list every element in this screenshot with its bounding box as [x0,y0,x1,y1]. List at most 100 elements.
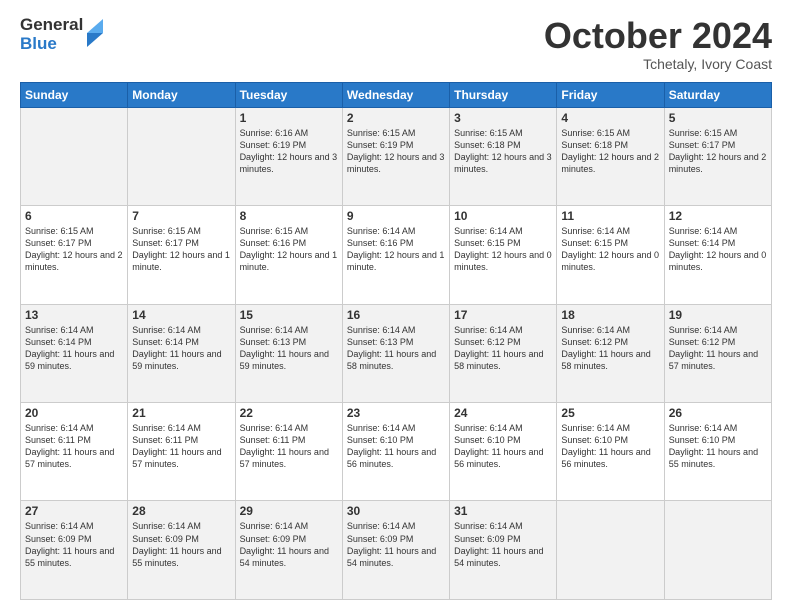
table-row: 9 Sunrise: 6:14 AMSunset: 6:16 PMDaylight… [342,206,449,304]
table-row: 30Sunrise: 6:14 AMSunset: 6:09 PMDayligh… [342,501,449,600]
header-wednesday: Wednesday [342,82,449,107]
table-row: 11 Sunrise: 6:14 AMSunset: 6:15 PMDayligh… [557,206,664,304]
day-info: Sunrise: 6:15 AMSunset: 6:17 PMDaylight:… [669,127,767,176]
day-info: Sunrise: 6:14 AMSunset: 6:09 PMDaylight:… [240,520,338,569]
table-row: 12 Sunrise: 6:14 AMSunset: 6:14 PMDayligh… [664,206,771,304]
table-row: 29Sunrise: 6:14 AMSunset: 6:09 PMDayligh… [235,501,342,600]
day-number: 8 [240,209,338,223]
day-info: Sunrise: 6:14 AMSunset: 6:15 PMDaylight:… [561,225,659,274]
day-number: 16 [347,308,445,322]
day-number: 26 [669,406,767,420]
day-info: Sunrise: 6:14 AMSunset: 6:13 PMDaylight:… [347,324,445,373]
table-row: 17 Sunrise: 6:14 AMSunset: 6:12 PMDayligh… [450,304,557,402]
header-saturday: Saturday [664,82,771,107]
day-info: Sunrise: 6:14 AMSunset: 6:14 PMDaylight:… [25,324,123,373]
day-number: 30 [347,504,445,518]
table-row: 18 Sunrise: 6:14 AMSunset: 6:12 PMDayligh… [557,304,664,402]
day-info: Sunrise: 6:14 AMSunset: 6:10 PMDaylight:… [347,422,445,471]
day-number: 1 [240,111,338,125]
header-friday: Friday [557,82,664,107]
day-number: 14 [132,308,230,322]
weekday-header-row: Sunday Monday Tuesday Wednesday Thursday… [21,82,772,107]
day-number: 4 [561,111,659,125]
table-row: 6Sunrise: 6:15 AMSunset: 6:17 PMDaylight… [21,206,128,304]
table-row: 23 Sunrise: 6:14 AMSunset: 6:10 PMDayligh… [342,403,449,501]
table-row: 8 Sunrise: 6:15 AMSunset: 6:16 PMDaylight… [235,206,342,304]
day-number: 2 [347,111,445,125]
day-info: Sunrise: 6:14 AMSunset: 6:11 PMDaylight:… [25,422,123,471]
table-row: 7 Sunrise: 6:15 AMSunset: 6:17 PMDaylight… [128,206,235,304]
calendar-table: Sunday Monday Tuesday Wednesday Thursday… [20,82,772,600]
day-number: 11 [561,209,659,223]
table-row: 15Sunrise: 6:14 AMSunset: 6:13 PMDayligh… [235,304,342,402]
day-info: Sunrise: 6:14 AMSunset: 6:12 PMDaylight:… [669,324,767,373]
table-row: 16 Sunrise: 6:14 AMSunset: 6:13 PMDayligh… [342,304,449,402]
day-info: Sunrise: 6:14 AMSunset: 6:16 PMDaylight:… [347,225,445,274]
table-row: 22 Sunrise: 6:14 AMSunset: 6:11 PMDayligh… [235,403,342,501]
day-info: Sunrise: 6:16 AMSunset: 6:19 PMDaylight:… [240,127,338,176]
day-info: Sunrise: 6:14 AMSunset: 6:12 PMDaylight:… [561,324,659,373]
day-number: 20 [25,406,123,420]
header-sunday: Sunday [21,82,128,107]
day-number: 3 [454,111,552,125]
day-number: 28 [132,504,230,518]
table-row: 1 Sunrise: 6:16 AMSunset: 6:19 PMDaylight… [235,107,342,205]
page: General Blue October 2024 Tchetaly, Ivor… [0,0,792,612]
logo-icon [85,19,105,47]
day-number: 7 [132,209,230,223]
table-row [664,501,771,600]
day-number: 12 [669,209,767,223]
table-row [557,501,664,600]
day-info: Sunrise: 6:14 AMSunset: 6:10 PMDaylight:… [561,422,659,471]
table-row: 24Sunrise: 6:14 AMSunset: 6:10 PMDayligh… [450,403,557,501]
day-number: 17 [454,308,552,322]
table-row: 10 Sunrise: 6:14 AMSunset: 6:15 PMDayligh… [450,206,557,304]
table-row: 5 Sunrise: 6:15 AMSunset: 6:17 PMDaylight… [664,107,771,205]
day-info: Sunrise: 6:15 AMSunset: 6:17 PMDaylight:… [25,225,123,274]
month-title: October 2024 [544,16,772,56]
day-info: Sunrise: 6:14 AMSunset: 6:10 PMDaylight:… [669,422,767,471]
table-row: 4 Sunrise: 6:15 AMSunset: 6:18 PMDaylight… [557,107,664,205]
logo-text: General Blue [20,16,83,53]
day-number: 15 [240,308,338,322]
day-number: 31 [454,504,552,518]
table-row: 25 Sunrise: 6:14 AMSunset: 6:10 PMDayligh… [557,403,664,501]
day-info: Sunrise: 6:15 AMSunset: 6:17 PMDaylight:… [132,225,230,274]
day-number: 18 [561,308,659,322]
calendar-week-row: 6Sunrise: 6:15 AMSunset: 6:17 PMDaylight… [21,206,772,304]
day-info: Sunrise: 6:14 AMSunset: 6:15 PMDaylight:… [454,225,552,274]
table-row: 20 Sunrise: 6:14 AMSunset: 6:11 PMDayligh… [21,403,128,501]
day-info: Sunrise: 6:14 AMSunset: 6:11 PMDaylight:… [240,422,338,471]
day-info: Sunrise: 6:15 AMSunset: 6:19 PMDaylight:… [347,127,445,176]
table-row [128,107,235,205]
table-row [21,107,128,205]
calendar-week-row: 1 Sunrise: 6:16 AMSunset: 6:19 PMDaylight… [21,107,772,205]
table-row: 31 Sunrise: 6:14 AMSunset: 6:09 PMDayligh… [450,501,557,600]
logo: General Blue [20,16,105,53]
table-row: 3Sunrise: 6:15 AMSunset: 6:18 PMDaylight… [450,107,557,205]
day-info: Sunrise: 6:15 AMSunset: 6:16 PMDaylight:… [240,225,338,274]
day-number: 22 [240,406,338,420]
header: General Blue October 2024 Tchetaly, Ivor… [20,16,772,72]
day-info: Sunrise: 6:14 AMSunset: 6:12 PMDaylight:… [454,324,552,373]
logo-blue: Blue [20,35,83,54]
day-number: 9 [347,209,445,223]
day-number: 25 [561,406,659,420]
subtitle: Tchetaly, Ivory Coast [544,56,772,72]
day-info: Sunrise: 6:14 AMSunset: 6:09 PMDaylight:… [454,520,552,569]
table-row: 2 Sunrise: 6:15 AMSunset: 6:19 PMDaylight… [342,107,449,205]
day-info: Sunrise: 6:14 AMSunset: 6:09 PMDaylight:… [25,520,123,569]
day-info: Sunrise: 6:14 AMSunset: 6:14 PMDaylight:… [132,324,230,373]
day-number: 5 [669,111,767,125]
header-tuesday: Tuesday [235,82,342,107]
day-info: Sunrise: 6:14 AMSunset: 6:14 PMDaylight:… [669,225,767,274]
header-monday: Monday [128,82,235,107]
day-info: Sunrise: 6:14 AMSunset: 6:10 PMDaylight:… [454,422,552,471]
day-number: 27 [25,504,123,518]
calendar-week-row: 13Sunrise: 6:14 AMSunset: 6:14 PMDayligh… [21,304,772,402]
day-number: 21 [132,406,230,420]
day-number: 23 [347,406,445,420]
table-row: 28Sunrise: 6:14 AMSunset: 6:09 PMDayligh… [128,501,235,600]
day-number: 10 [454,209,552,223]
day-info: Sunrise: 6:15 AMSunset: 6:18 PMDaylight:… [561,127,659,176]
